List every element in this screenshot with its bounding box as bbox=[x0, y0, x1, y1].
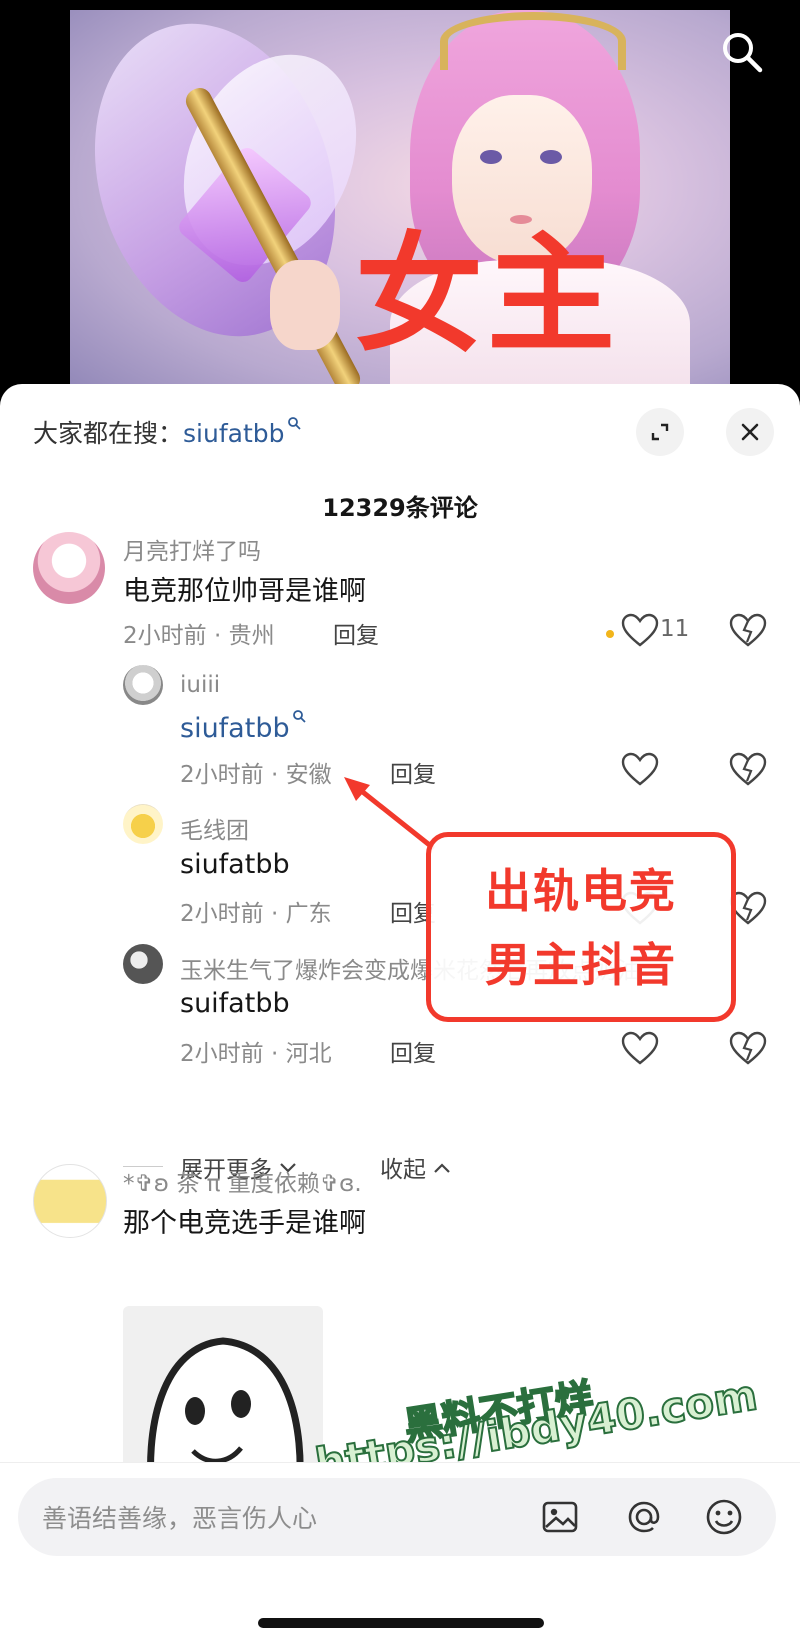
close-icon bbox=[741, 423, 759, 441]
collapse-label: 收起 bbox=[380, 1157, 426, 1183]
small-search-icon bbox=[292, 710, 306, 723]
search-suggestion-keyword[interactable]: siufatbb bbox=[183, 419, 284, 448]
search-button[interactable] bbox=[718, 28, 766, 76]
annotation-arrow bbox=[344, 777, 435, 850]
comment-count: 12329条评论 bbox=[322, 494, 478, 522]
home-indicator bbox=[258, 1618, 544, 1628]
close-panel-button[interactable] bbox=[726, 408, 774, 456]
comment-text[interactable]: siufatbb bbox=[180, 709, 306, 744]
avatar[interactable] bbox=[123, 804, 163, 844]
chevron-up-icon bbox=[434, 1163, 451, 1173]
like-count: 11 bbox=[660, 616, 690, 642]
character-eye bbox=[480, 150, 502, 164]
thread-controls: 展开更多 收起 bbox=[0, 1146, 800, 1186]
unread-dot bbox=[606, 630, 614, 638]
comment-username[interactable]: 月亮打烊了吗 bbox=[123, 532, 261, 566]
annotation-line: 出轨电竞 bbox=[485, 864, 677, 918]
avatar[interactable] bbox=[123, 665, 163, 705]
comment-input-bar bbox=[0, 1462, 800, 1563]
search-suggestion[interactable]: 大家都在搜：siufatbb bbox=[33, 414, 301, 450]
image-icon[interactable] bbox=[540, 1497, 580, 1537]
collapse-button[interactable]: 收起 bbox=[380, 1150, 451, 1184]
avatar[interactable] bbox=[33, 532, 105, 604]
emoji-icon[interactable] bbox=[704, 1497, 744, 1537]
avatar[interactable] bbox=[33, 1164, 107, 1238]
broken-heart-icon[interactable] bbox=[728, 612, 768, 648]
comment-text: 那个电竞选手是谁啊 bbox=[123, 1208, 366, 1239]
character-hand bbox=[270, 260, 340, 350]
video-player[interactable]: 女主 bbox=[0, 0, 800, 400]
comment-username[interactable]: *✞ʚ 茶 π 重度依赖✞ɞ. bbox=[123, 1164, 362, 1198]
reply-button[interactable]: 回复 bbox=[390, 1034, 436, 1068]
comment-text: suifatbb bbox=[180, 988, 290, 1019]
comment-time-location: 2小时前 · 广东 bbox=[180, 901, 332, 927]
heart-icon[interactable] bbox=[620, 612, 660, 648]
heart-icon[interactable] bbox=[620, 751, 660, 787]
broken-heart-icon[interactable] bbox=[728, 1030, 768, 1066]
comment-time-location: 2小时前 · 安徽 bbox=[180, 762, 332, 788]
reply-button[interactable]: 回复 bbox=[333, 616, 379, 650]
comment-input[interactable] bbox=[40, 1496, 524, 1540]
annotation-box: 出轨电竞 男主抖音 bbox=[426, 832, 736, 1022]
comment-username[interactable]: 毛线团 bbox=[180, 811, 249, 845]
comment-text: 电竞那位帅哥是谁啊 bbox=[123, 576, 366, 607]
expand-icon bbox=[651, 423, 669, 441]
avatar[interactable] bbox=[123, 944, 163, 984]
comment-time-location: 2小时前 · 河北 bbox=[180, 1041, 332, 1067]
expand-panel-button[interactable] bbox=[636, 408, 684, 456]
video-overlay-title: 女主 bbox=[355, 221, 620, 370]
character-eye bbox=[540, 150, 562, 164]
annotation-line: 男主抖音 bbox=[485, 938, 677, 992]
comment-time-location: 2小时前 · 贵州 bbox=[123, 623, 275, 649]
comment-text-link[interactable]: siufatbb bbox=[180, 713, 290, 744]
small-search-icon bbox=[287, 417, 301, 430]
at-mention-icon[interactable] bbox=[624, 1497, 664, 1537]
comment-text: siufatbb bbox=[180, 849, 290, 880]
search-icon bbox=[723, 33, 763, 73]
search-suggestion-prefix: 大家都在搜： bbox=[33, 419, 184, 448]
character-crown bbox=[440, 12, 626, 70]
comment-username[interactable]: iuiii bbox=[180, 672, 220, 698]
comment-input-container[interactable] bbox=[18, 1478, 776, 1556]
broken-heart-icon[interactable] bbox=[728, 751, 768, 787]
heart-icon[interactable] bbox=[620, 1030, 660, 1066]
